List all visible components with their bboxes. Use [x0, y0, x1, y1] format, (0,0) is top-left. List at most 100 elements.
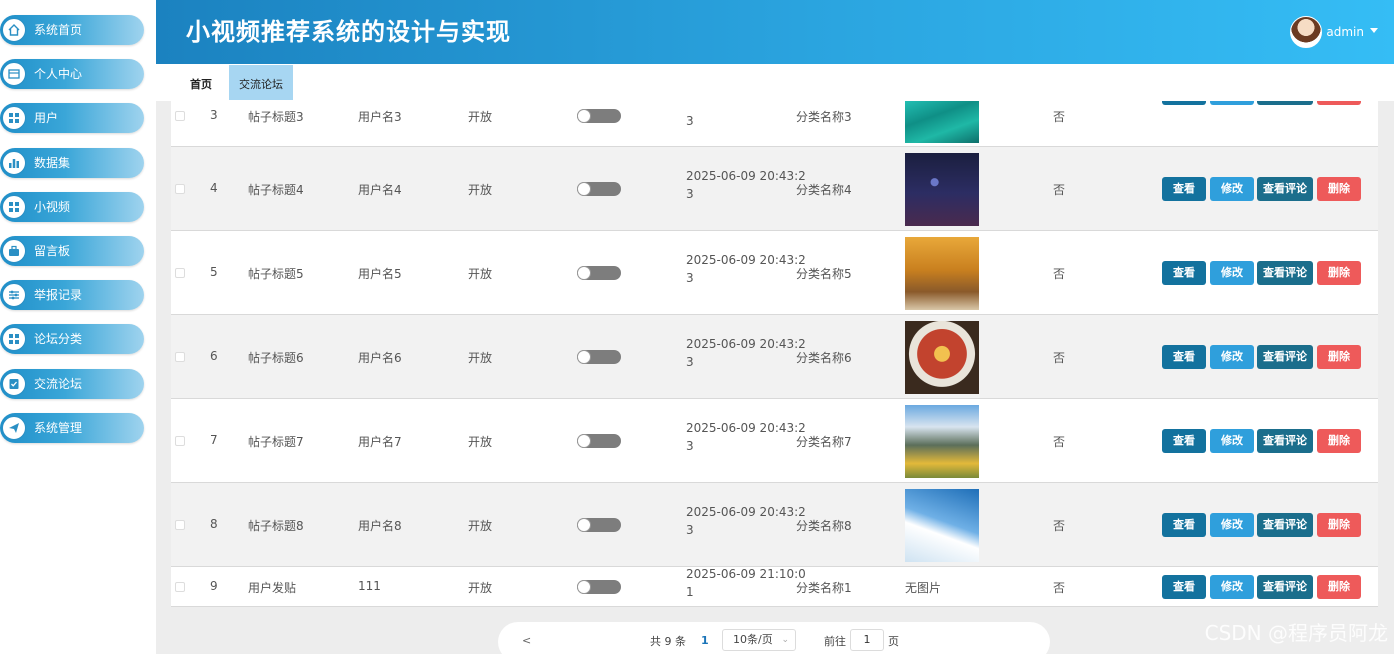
- category-name: 分类名称8: [796, 519, 852, 533]
- pinned-flag: 否: [1053, 519, 1066, 533]
- tab-bar: 首页 交流论坛: [156, 64, 1394, 101]
- view-comments-button[interactable]: 查看评论: [1257, 177, 1313, 201]
- post-time-wrap: 3: [686, 187, 694, 201]
- edit-button[interactable]: 修改: [1210, 101, 1254, 105]
- post-status: 开放: [468, 351, 493, 365]
- delete-button[interactable]: 删除: [1317, 261, 1361, 285]
- view-comments-button[interactable]: 查看评论: [1257, 575, 1313, 599]
- delete-button[interactable]: 删除: [1317, 575, 1361, 599]
- row-checkbox[interactable]: [175, 352, 185, 362]
- view-comments-button[interactable]: 查看评论: [1257, 261, 1313, 285]
- sidebar-item-4[interactable]: 小视频: [0, 191, 144, 222]
- sidebar-item-label: 留言板: [34, 244, 71, 258]
- post-status: 开放: [468, 519, 493, 533]
- post-time-wrap: 3: [686, 523, 694, 537]
- no-image-text: 无图片: [905, 581, 942, 595]
- view-button[interactable]: 查看: [1162, 429, 1206, 453]
- edit-button[interactable]: 修改: [1210, 261, 1254, 285]
- post-time-wrap: 3: [686, 114, 694, 128]
- caret-down-icon[interactable]: [1370, 28, 1378, 33]
- view-comments-button[interactable]: 查看评论: [1257, 101, 1313, 105]
- view-comments-button[interactable]: 查看评论: [1257, 513, 1313, 537]
- table-row: 8 帖子标题8 用户名8 开放 2025-06-09 20:43:2 3 分类名称8 否 查看修…: [171, 483, 1378, 567]
- delete-button[interactable]: 删除: [1317, 177, 1361, 201]
- current-page[interactable]: 1: [701, 634, 709, 647]
- row-checkbox[interactable]: [175, 436, 185, 446]
- edit-button[interactable]: 修改: [1210, 575, 1254, 599]
- sidebar-item-2[interactable]: 用户: [0, 103, 144, 134]
- delete-button[interactable]: 删除: [1317, 101, 1361, 105]
- sidebar-item-label: 数据集: [34, 155, 71, 170]
- sidebar-item-0[interactable]: 系统首页: [0, 15, 144, 45]
- sliders-icon: [2, 283, 26, 308]
- row-index: 8: [210, 517, 218, 531]
- pin-toggle[interactable]: [577, 266, 621, 280]
- tab-home[interactable]: 首页: [180, 65, 222, 100]
- view-button[interactable]: 查看: [1162, 513, 1206, 537]
- sidebar-item-7[interactable]: 论坛分类: [0, 324, 144, 355]
- page-size-select[interactable]: 10条/页 ⌄: [722, 629, 796, 651]
- card-icon: [2, 62, 26, 87]
- category-name: 分类名称1: [796, 581, 852, 595]
- view-button[interactable]: 查看: [1162, 101, 1206, 105]
- sidebar: 系统首页个人中心用户数据集小视频留言板举报记录论坛分类交流论坛系统管理: [0, 0, 156, 654]
- delete-button[interactable]: 删除: [1317, 429, 1361, 453]
- avatar[interactable]: [1290, 16, 1322, 48]
- sidebar-item-label: 小视频: [34, 199, 71, 214]
- row-checkbox[interactable]: [175, 184, 185, 194]
- row-checkbox[interactable]: [175, 582, 185, 592]
- row-index: 5: [210, 265, 218, 279]
- sidebar-item-6[interactable]: 举报记录: [0, 280, 144, 311]
- post-time-wrap: 3: [686, 271, 694, 285]
- view-comments-button[interactable]: 查看评论: [1257, 345, 1313, 369]
- row-checkbox[interactable]: [175, 520, 185, 530]
- pin-toggle[interactable]: [577, 518, 621, 532]
- delete-button[interactable]: 删除: [1317, 345, 1361, 369]
- table-row: 9 用户发贴 111 开放 2025-06-09 21:10:0 1 分类名称1 无图片 否 查看…: [171, 567, 1378, 607]
- sidebar-item-5[interactable]: 留言板: [0, 236, 144, 266]
- user-name-cell: 用户名5: [358, 267, 402, 281]
- sidebar-item-8[interactable]: 交流论坛: [0, 368, 144, 399]
- pinned-flag: 否: [1053, 110, 1066, 124]
- user-name-cell: 用户名8: [358, 519, 402, 533]
- edit-button[interactable]: 修改: [1210, 429, 1254, 453]
- post-time: 2025-06-09 20:43:2: [686, 421, 806, 435]
- header: 小视频推荐系统的设计与实现 admin: [156, 0, 1394, 64]
- sidebar-item-label: 举报记录: [34, 288, 83, 303]
- view-button[interactable]: 查看: [1162, 575, 1206, 599]
- sidebar-item-1[interactable]: 个人中心: [0, 59, 144, 90]
- pagination: < 共 9 条 1 10条/页 ⌄ 前往 1 页: [498, 622, 1050, 654]
- sidebar-item-3[interactable]: 数据集: [0, 147, 144, 178]
- view-button[interactable]: 查看: [1162, 345, 1206, 369]
- view-button[interactable]: 查看: [1162, 177, 1206, 201]
- post-status: 开放: [468, 183, 493, 197]
- view-comments-button[interactable]: 查看评论: [1257, 429, 1313, 453]
- delete-button[interactable]: 删除: [1317, 513, 1361, 537]
- pin-toggle[interactable]: [577, 109, 621, 123]
- pin-toggle[interactable]: [577, 580, 621, 594]
- edit-button[interactable]: 修改: [1210, 513, 1254, 537]
- row-index: 3: [210, 108, 218, 122]
- view-button[interactable]: 查看: [1162, 261, 1206, 285]
- pin-toggle[interactable]: [577, 434, 621, 448]
- user-name[interactable]: admin: [1326, 0, 1364, 64]
- user-name-cell: 用户名6: [358, 351, 402, 365]
- pin-toggle[interactable]: [577, 350, 621, 364]
- total-count: 共 9 条: [650, 635, 686, 648]
- edit-button[interactable]: 修改: [1210, 177, 1254, 201]
- grid-icon: [2, 194, 26, 219]
- prev-page-button[interactable]: <: [522, 634, 531, 647]
- post-title: 帖子标题8: [248, 519, 304, 533]
- goto-page-input[interactable]: 1: [850, 629, 884, 651]
- tab-forum[interactable]: 交流论坛: [229, 65, 293, 100]
- pinned-flag: 否: [1053, 183, 1066, 197]
- pinned-flag: 否: [1053, 351, 1066, 365]
- page-size-value: 10条/页: [733, 633, 773, 646]
- post-time: 2025-06-09 20:43:2: [686, 169, 806, 183]
- post-title: 用户发贴: [248, 581, 297, 595]
- row-checkbox[interactable]: [175, 268, 185, 278]
- edit-button[interactable]: 修改: [1210, 345, 1254, 369]
- pin-toggle[interactable]: [577, 182, 621, 196]
- row-checkbox[interactable]: [175, 111, 185, 121]
- sidebar-item-9[interactable]: 系统管理: [0, 412, 144, 443]
